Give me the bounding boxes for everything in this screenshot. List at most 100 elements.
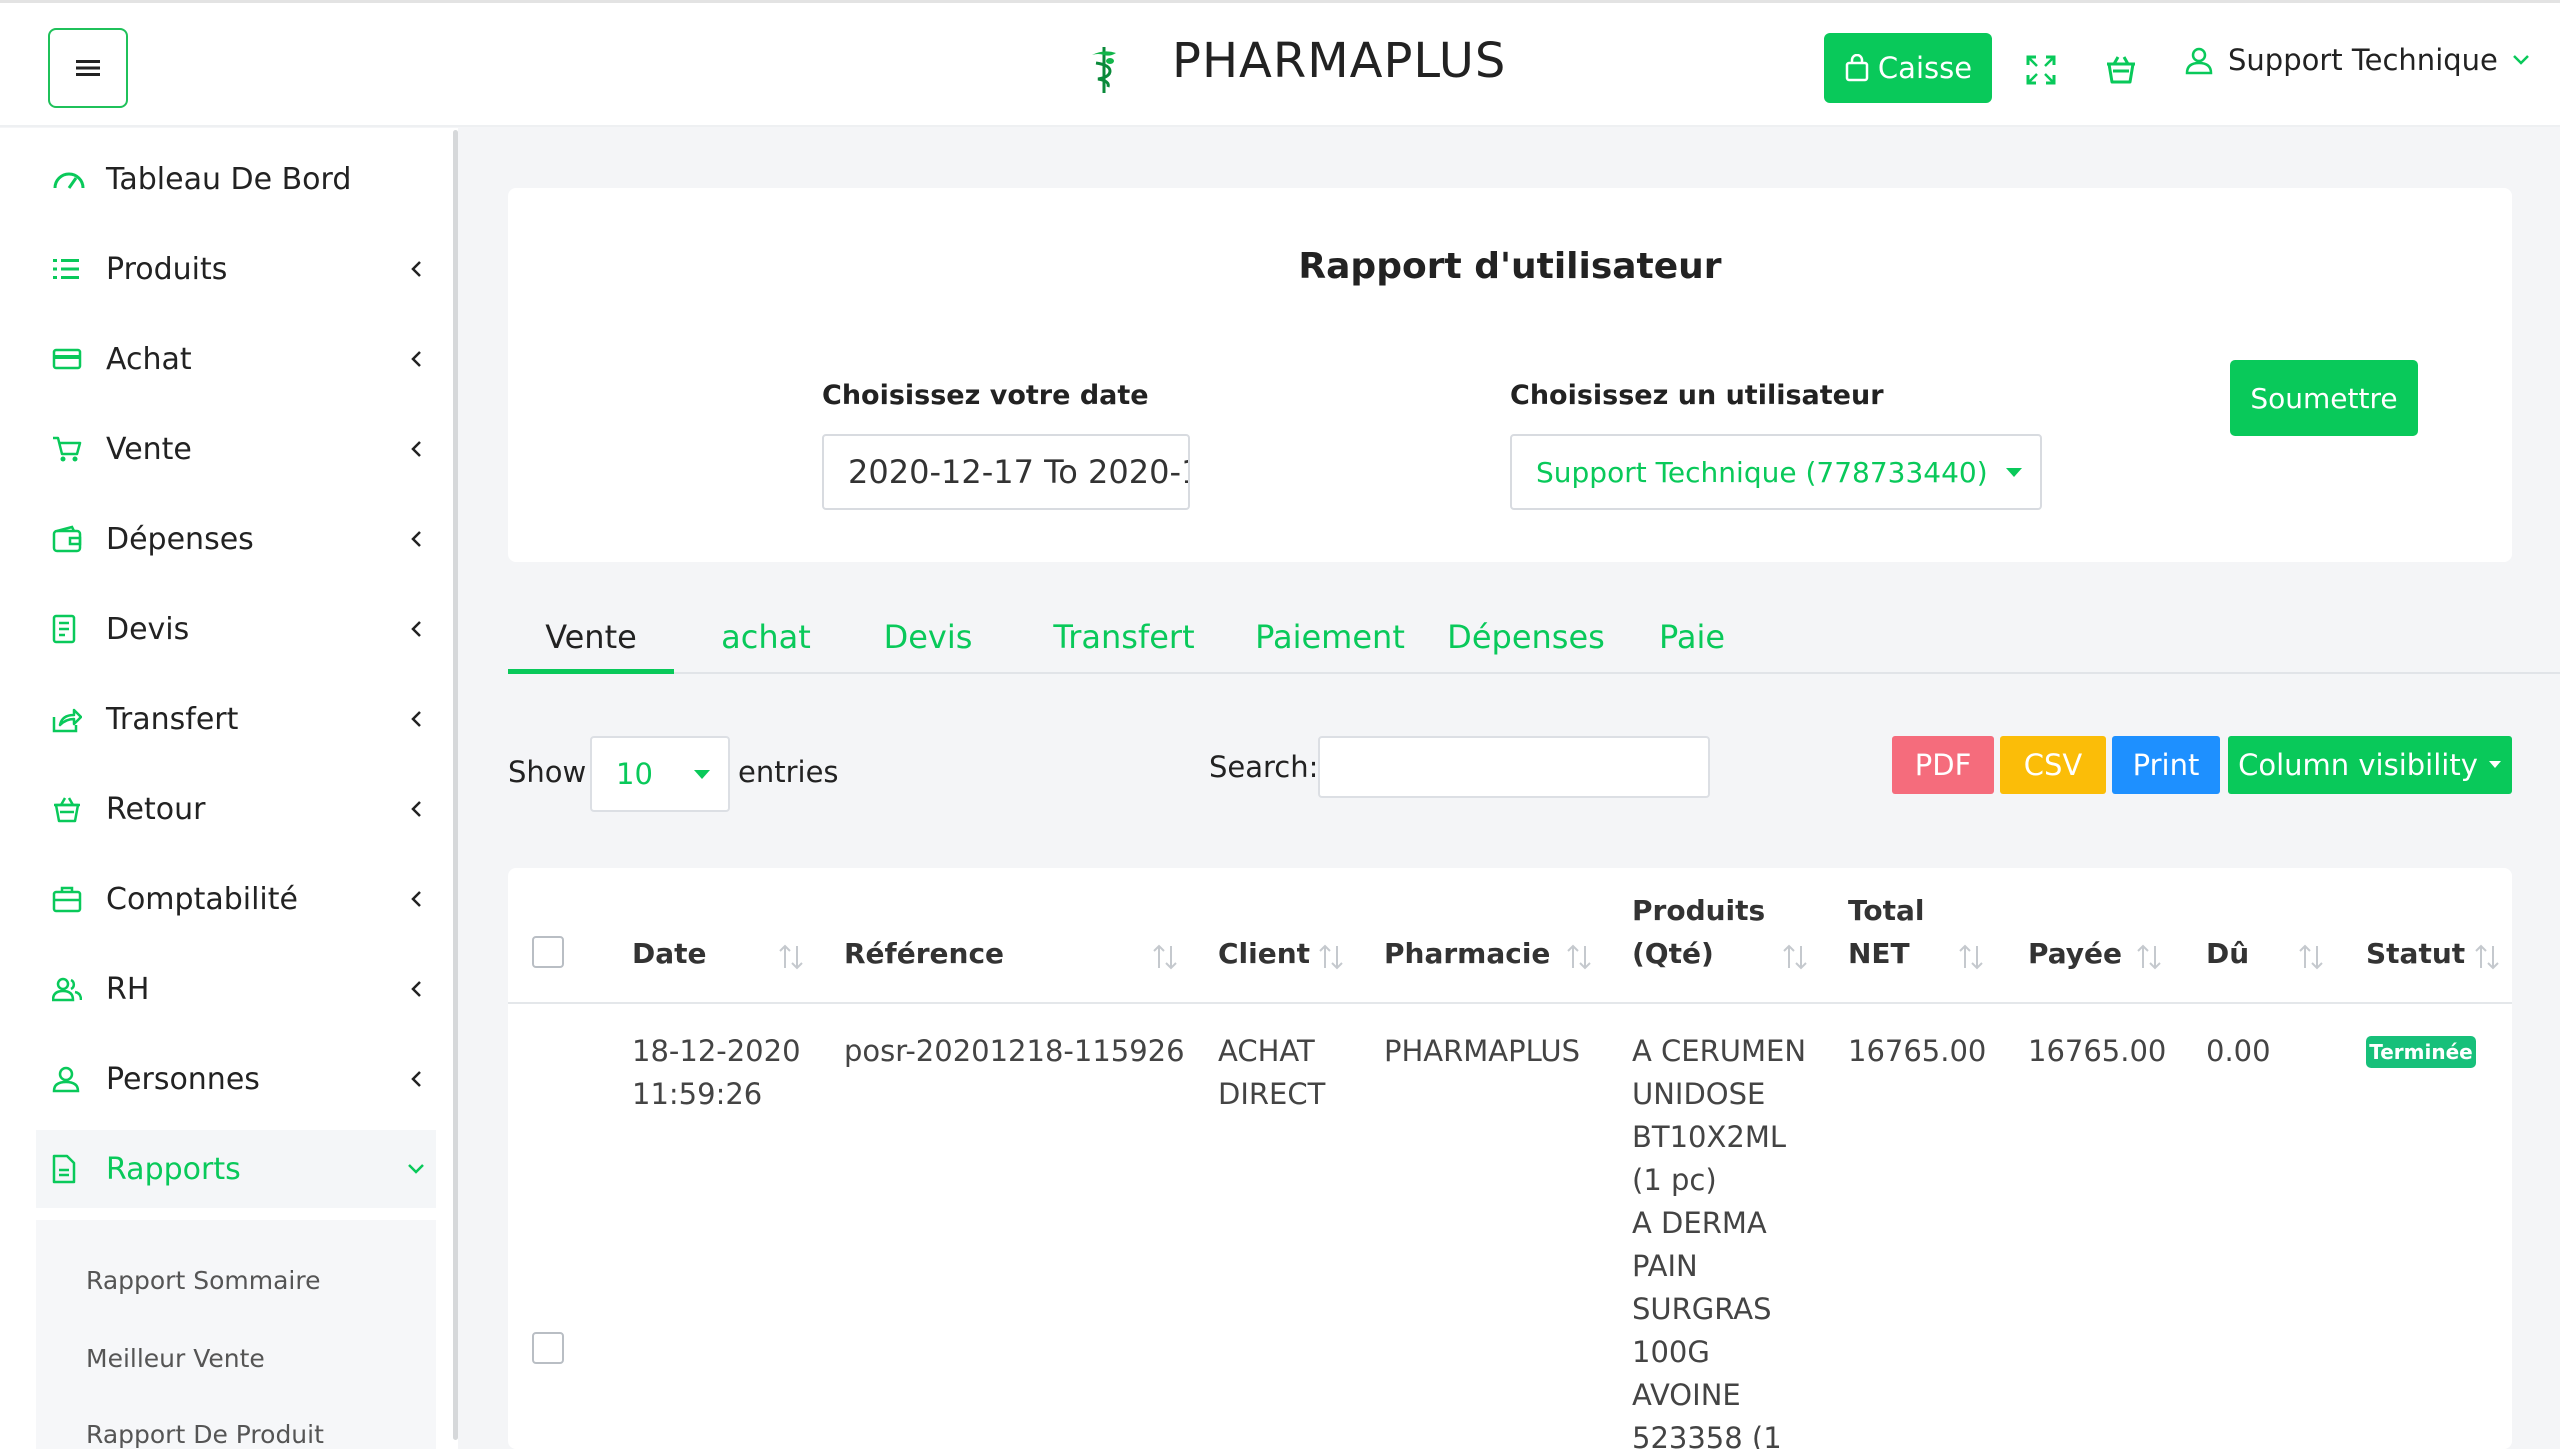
csv-export-button[interactable]: CSV [2000, 736, 2106, 794]
sort-icon[interactable] [1564, 942, 1594, 972]
submit-button[interactable]: Soumettre [2230, 360, 2418, 436]
sort-icon[interactable] [1150, 942, 1180, 972]
tab-vente[interactable]: Vente [508, 618, 674, 674]
sidebar-item-label: Transfert [106, 701, 239, 737]
sidebar-item-label: Personnes [106, 1061, 260, 1097]
sort-icon[interactable] [2472, 942, 2502, 972]
cell-client-line1: ACHAT [1218, 1034, 1315, 1068]
produit-line: AVOINE [1632, 1378, 1741, 1412]
sidebar-item-rapports[interactable]: Rapports [36, 1130, 436, 1208]
user-name: Support Technique [2228, 43, 2498, 77]
col-header-total-line2: NET [1848, 937, 1910, 970]
entries-select[interactable]: 10 [590, 736, 730, 812]
col-header-pharmacie[interactable]: Pharmacie [1384, 932, 1550, 975]
document-icon [52, 614, 76, 644]
sort-icon[interactable] [1780, 942, 1810, 972]
sidebar-submenu-rapports [36, 1220, 436, 1449]
sort-icon[interactable] [1956, 942, 1986, 972]
share-icon [52, 708, 82, 733]
sidebar-item-achat[interactable]: Achat [36, 320, 436, 398]
submenu-item-rapport-de-produit[interactable]: Rapport De Produit [86, 1420, 324, 1449]
produit-line: UNIDOSE [1632, 1077, 1766, 1111]
tab-paiement[interactable]: Paiement [1250, 618, 1410, 674]
menu-toggle-button[interactable] [48, 28, 128, 108]
user-icon [52, 1066, 80, 1093]
tab-paie[interactable]: Paie [1644, 618, 1740, 674]
sidebar-item-label: Tableau De Bord [106, 161, 352, 197]
caisse-button[interactable]: Caisse [1824, 33, 1992, 103]
produit-line: PAIN [1632, 1249, 1698, 1283]
tab-devis[interactable]: Devis [858, 618, 998, 674]
tab-transfert[interactable]: Transfert [1024, 618, 1224, 674]
sidebar-item-tableau-de-bord[interactable]: Tableau De Bord [36, 140, 436, 218]
credit-card-icon [52, 348, 82, 370]
tab-depenses[interactable]: Dépenses [1436, 618, 1616, 674]
col-header-date[interactable]: Date [632, 932, 707, 975]
fullscreen-icon[interactable] [2024, 53, 2058, 87]
chevron-down-icon [2513, 55, 2529, 65]
chevron-left-icon [411, 621, 421, 637]
col-header-produits-line1: Produits [1632, 894, 1766, 927]
col-header-produits-line2: (Qté) [1632, 937, 1714, 970]
column-visibility-label: Column visibility [2238, 748, 2478, 782]
sidebar-item-retour[interactable]: Retour [36, 770, 436, 848]
search-label: Search: [1209, 750, 1319, 784]
col-header-client[interactable]: Client [1218, 932, 1310, 975]
user-select[interactable]: Support Technique (778733440) [1510, 434, 2042, 510]
sidebar-item-depenses[interactable]: Dépenses [36, 500, 436, 578]
tab-achat[interactable]: achat [706, 618, 826, 674]
produit-line: BT10X2ML [1632, 1120, 1787, 1154]
dashboard-icon [53, 172, 85, 189]
print-button[interactable]: Print [2112, 736, 2220, 794]
col-header-statut[interactable]: Statut [2366, 932, 2465, 975]
column-visibility-button[interactable]: Column visibility [2228, 736, 2512, 794]
entries-label: entries [738, 755, 839, 789]
sidebar-item-label: Produits [106, 251, 228, 287]
chevron-left-icon [411, 531, 421, 547]
col-header-produits[interactable]: Produits (Qté) [1632, 889, 1765, 975]
sort-icon[interactable] [776, 942, 806, 972]
select-all-checkbox[interactable] [532, 936, 564, 968]
submenu-item-rapport-sommaire[interactable]: Rapport Sommaire [86, 1266, 320, 1295]
cell-date: 18-12-2020 11:59:26 [632, 1030, 801, 1116]
user-menu[interactable]: Support Technique [2184, 43, 2530, 77]
sort-icon[interactable] [2296, 942, 2326, 972]
sort-icon[interactable] [2134, 942, 2164, 972]
header-divider [508, 1002, 2512, 1004]
sidebar-item-produits[interactable]: Produits [36, 230, 436, 308]
chevron-left-icon [411, 891, 421, 907]
chevron-down-icon [408, 1164, 424, 1174]
col-header-reference[interactable]: Référence [844, 932, 1004, 975]
user-label: Choisissez un utilisateur [1510, 380, 1884, 411]
date-label: Choisissez votre date [822, 380, 1149, 411]
produit-line: SURGRAS [1632, 1292, 1772, 1326]
basket-icon[interactable] [2104, 53, 2138, 87]
file-icon [52, 1154, 76, 1184]
col-header-total-line1: Total [1848, 894, 1925, 927]
sidebar-item-vente[interactable]: Vente [36, 410, 436, 488]
sidebar-item-rh[interactable]: RH [36, 950, 436, 1028]
chevron-left-icon [411, 801, 421, 817]
cell-client-line2: DIRECT [1218, 1077, 1326, 1111]
submenu-item-meilleur-vente[interactable]: Meilleur Vente [86, 1344, 265, 1373]
search-input[interactable] [1318, 736, 1710, 798]
report-table: Date Référence Client Pharmacie Produits… [508, 868, 2512, 1449]
col-header-du[interactable]: Dû [2206, 932, 2249, 975]
date-range-input[interactable]: 2020-12-17 To 2020-12-18 [822, 434, 1190, 510]
row-checkbox[interactable] [532, 1332, 564, 1364]
sidebar-scrollbar[interactable] [453, 130, 458, 1440]
col-header-total-net[interactable]: Total NET [1848, 889, 1925, 975]
produit-line: A DERMA [1632, 1206, 1767, 1240]
sidebar-item-personnes[interactable]: Personnes [36, 1040, 436, 1118]
report-tabs: Vente achat Devis Transfert Paiement Dép… [508, 618, 2560, 674]
cell-total-net: 16765.00 [1848, 1034, 1987, 1068]
sidebar-item-comptabilite[interactable]: Comptabilité [36, 860, 436, 938]
cell-reference: posr-20201218-115926 [844, 1034, 1185, 1068]
pdf-export-button[interactable]: PDF [1892, 736, 1994, 794]
sort-icon[interactable] [1316, 942, 1346, 972]
sidebar-item-transfert[interactable]: Transfert [36, 680, 436, 758]
sidebar-item-label: Devis [106, 611, 190, 647]
sidebar-item-devis[interactable]: Devis [36, 590, 436, 668]
user-icon [2185, 47, 2213, 75]
col-header-payee[interactable]: Payée [2028, 932, 2122, 975]
